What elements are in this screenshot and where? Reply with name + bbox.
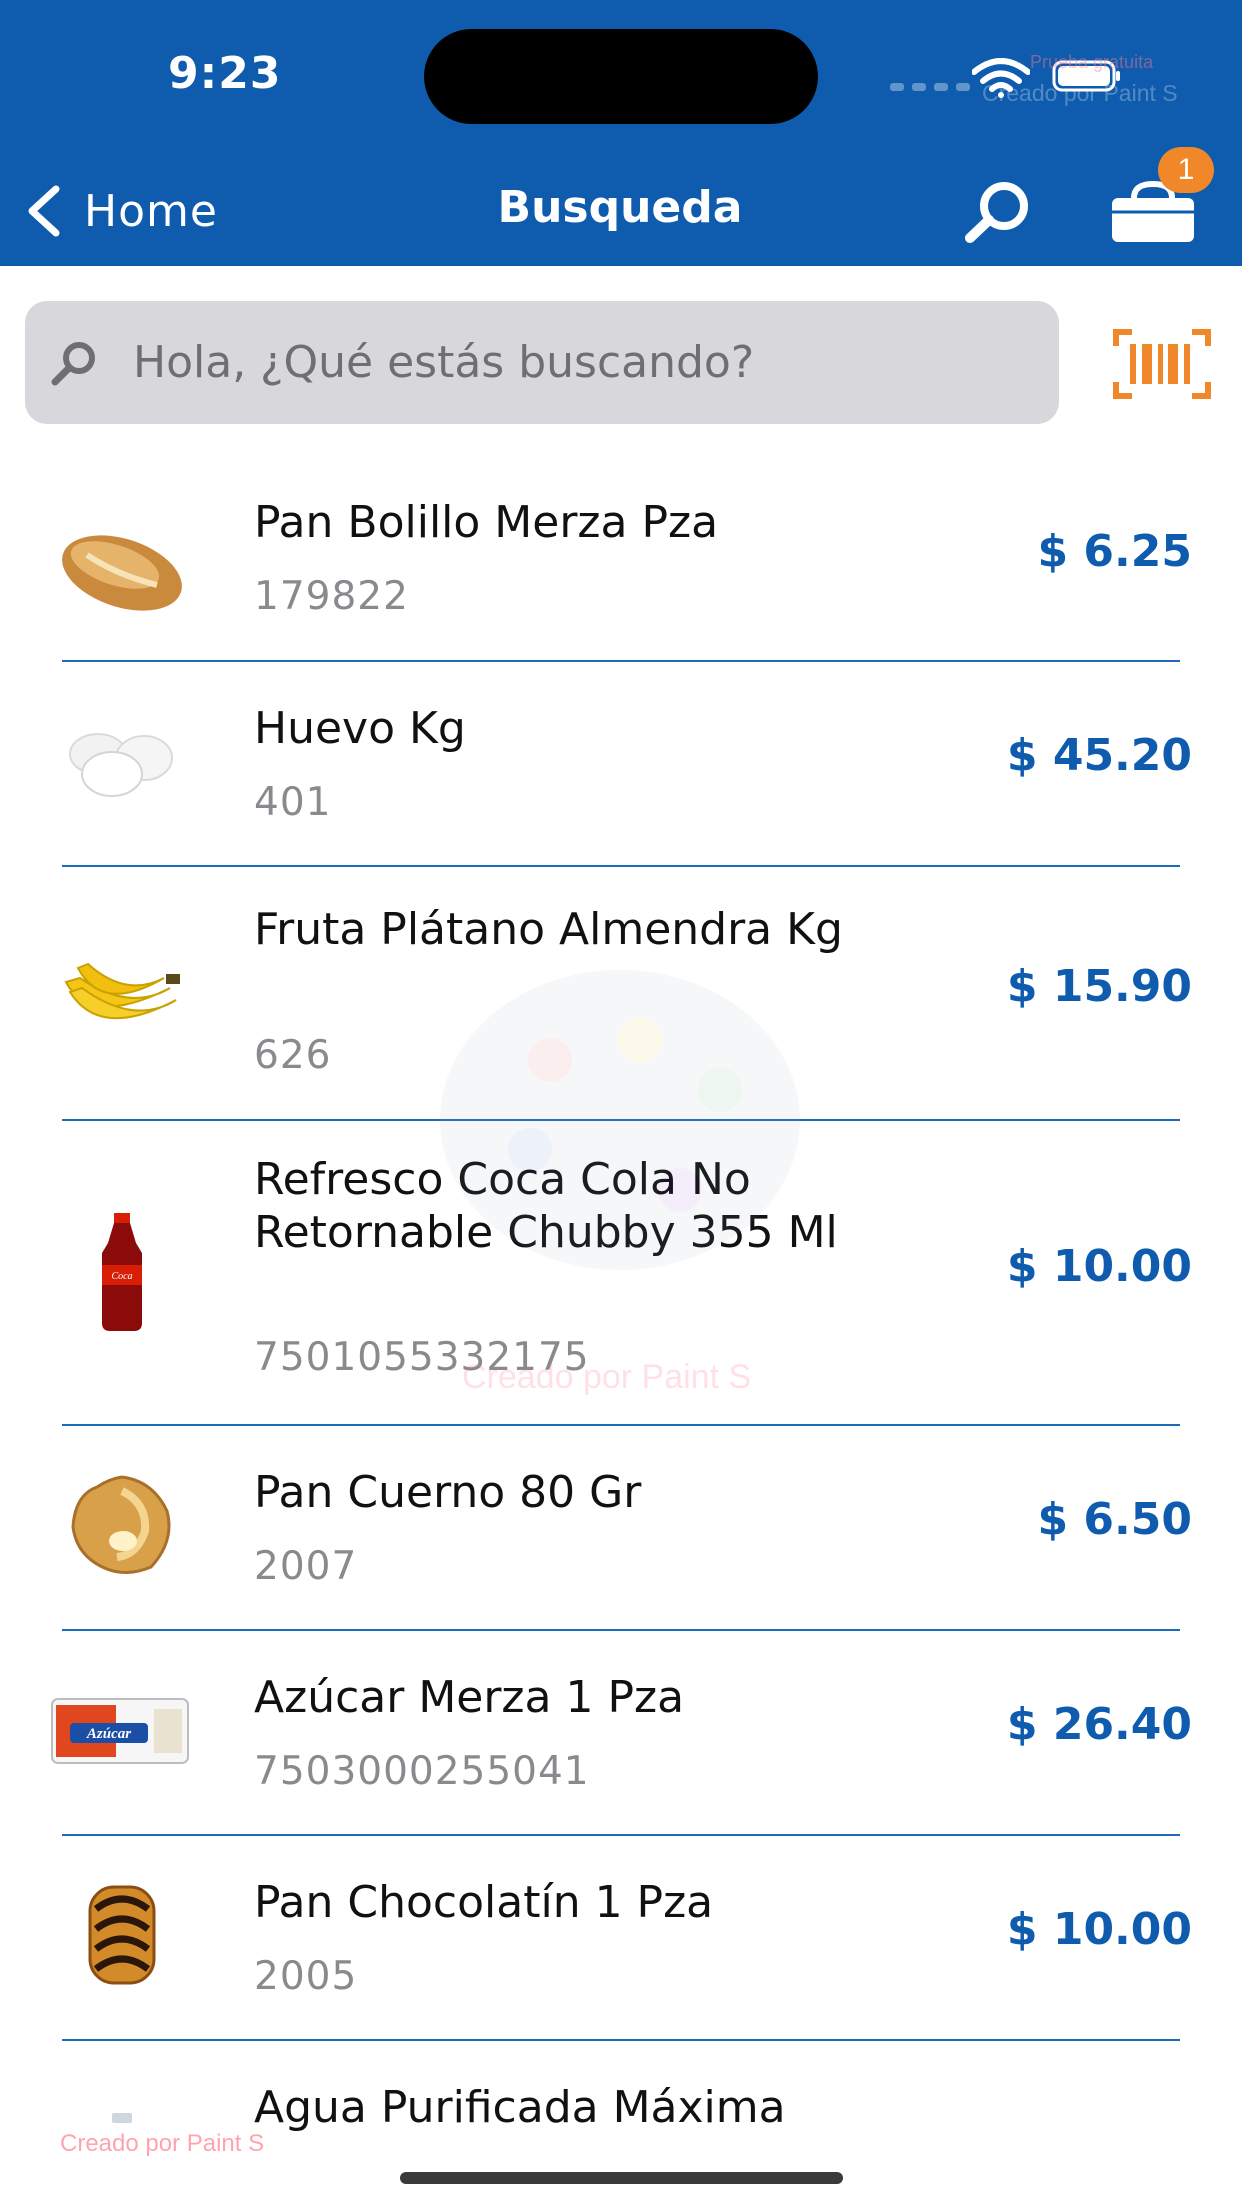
sugar-bag-icon: Azúcar [50,1671,190,1791]
product-row[interactable]: Azúcar Azúcar Merza 1 Pza 7503000255041 … [0,1631,1242,1834]
search-screen: 9:23 Prueba gratuita Creado por Paint S … [0,0,1242,2208]
product-name: Pan Chocolatín 1 Pza [254,1877,714,1928]
product-name: Fruta Plátano Almendra Kg [254,904,843,955]
product-price: $ 10.00 [1006,1904,1192,1955]
product-name: Huevo Kg [254,703,466,754]
product-price: $ 6.50 [1037,1494,1193,1545]
eggs-icon [52,702,192,822]
product-price: $ 15.90 [1006,961,1192,1012]
watermark-center: Creado por Paint S [462,1358,752,1396]
svg-text:Coca: Coca [111,1271,132,1282]
product-code: 179822 [254,574,409,619]
product-price: $ 10.00 [1006,1241,1192,1292]
product-name: Agua Purificada Máxima [254,2082,786,2133]
bread-roll-icon [52,510,192,630]
product-code: 626 [254,1033,332,1078]
product-name: Pan Bolillo Merza Pza [254,497,719,548]
product-name: Azúcar Merza 1 Pza [254,1672,685,1723]
product-name: Pan Cuerno 80 Gr [254,1467,642,1518]
product-code: 401 [254,780,332,825]
product-price: $ 6.25 [1037,526,1193,577]
product-price: $ 26.40 [1006,1699,1192,1750]
product-row[interactable]: Pan Bolillo Merza Pza 179822 $ 6.25 [0,470,1242,660]
banana-icon [52,933,192,1053]
package-label: Azúcar [86,1726,131,1742]
paint-palette-watermark [440,970,800,1270]
croissant-icon [52,1466,192,1586]
product-row[interactable]: Huevo Kg 401 $ 45.20 [0,662,1242,865]
home-indicator[interactable] [400,2172,843,2184]
product-code: 2007 [254,1544,358,1589]
water-bottle-icon [52,2103,192,2133]
product-code: 2005 [254,1954,358,1999]
product-row[interactable]: Pan Chocolatín 1 Pza 2005 $ 10.00 [0,1836,1242,2039]
chocolate-bread-icon [52,1874,192,1994]
product-row[interactable]: Pan Cuerno 80 Gr 2007 $ 6.50 [0,1426,1242,1629]
product-price: $ 45.20 [1006,730,1192,781]
product-code: 7503000255041 [254,1749,590,1794]
watermark-bottom: Creado por Paint S [60,2130,265,2157]
soda-bottle-icon: Coca [52,1213,192,1333]
